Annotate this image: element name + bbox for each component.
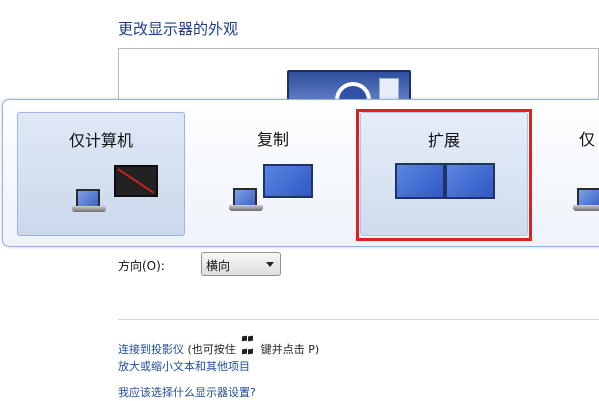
extend-highlight-box [356, 109, 532, 241]
external-monitor-off-icon [114, 165, 158, 197]
projector-hint-suffix: 键并点击 P) [260, 343, 320, 356]
connect-projector-link[interactable]: 连接到投影仪 [118, 343, 184, 356]
option-label: 仅计算机 [68, 131, 133, 150]
orientation-label: 方向(O): [118, 259, 165, 273]
chevron-down-icon [266, 262, 274, 267]
display-help-link[interactable]: 我应该选择什么显示器设置? [118, 384, 256, 400]
orientation-select[interactable]: 横向 [201, 252, 281, 276]
divider [118, 319, 599, 320]
option-projector-only[interactable]: 仅 [569, 112, 599, 236]
laptop-icon [229, 188, 263, 212]
option-computer-only[interactable]: 仅计算机 [17, 112, 185, 236]
laptop-icon [72, 189, 106, 213]
page-title: 更改显示器的外观 [118, 20, 239, 38]
windows-logo-icon [242, 332, 254, 355]
projector-hint-prefix: (也可按住 [187, 343, 236, 356]
text-size-link[interactable]: 放大或缩小文本和其他项目 [118, 358, 250, 374]
option-label: 复制 [256, 130, 289, 149]
external-monitor-icon [263, 164, 313, 198]
laptop-icon [573, 188, 599, 212]
option-duplicate[interactable]: 复制 [189, 112, 357, 236]
orientation-value: 横向 [206, 259, 231, 273]
option-label: 仅 [579, 130, 596, 149]
projector-link-row: 连接到投影仪 (也可按住 键并点击 P) [118, 332, 319, 357]
display-settings-window: 更改显示器的外观 仅计算机 复制 扩展 仅 方向(O): 横向 连接到投影仪 (… [0, 0, 599, 401]
disabled-slash-icon [117, 168, 155, 194]
